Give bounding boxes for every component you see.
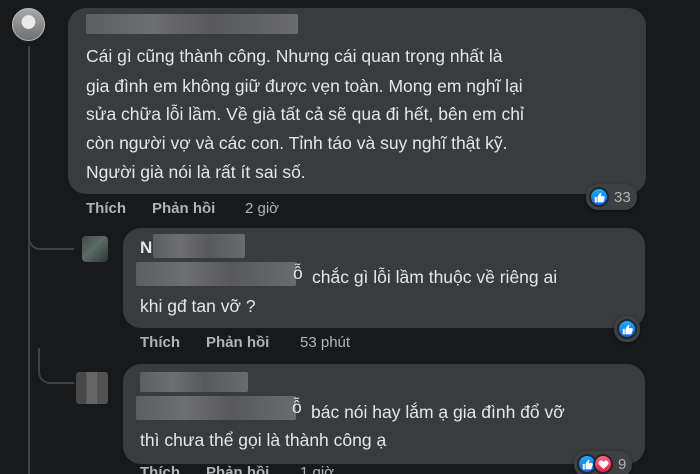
comment-text-line: còn người vợ và các con. Tỉnh táo và suy… (86, 133, 508, 153)
reaction-summary[interactable]: 9 (574, 451, 633, 474)
reply-button[interactable]: Phản hồi (152, 200, 215, 217)
like-reaction-icon (589, 187, 609, 207)
thread-branch (38, 348, 74, 384)
redacted-mention (136, 262, 296, 286)
thread-branch (28, 220, 74, 250)
redacted-author-name (140, 372, 248, 392)
redacted-author-name (86, 14, 298, 34)
comment-text-line: thì chưa thể gọi là thành công ạ (140, 430, 387, 450)
redacted-mention (136, 396, 296, 420)
comment-text-line: Cái gì cũng thành công. Nhưng cái quan t… (86, 46, 503, 66)
comment-timestamp[interactable]: 2 giờ (245, 200, 279, 217)
comment-timestamp[interactable]: 53 phút (300, 334, 350, 351)
redacted-author-name (153, 234, 245, 258)
avatar[interactable] (82, 236, 108, 262)
comment-text-fragment: ỗ (292, 397, 302, 417)
comment-author[interactable]: N (140, 238, 152, 258)
avatar[interactable] (76, 372, 108, 404)
comment-text-fragment: ỗ (293, 263, 303, 283)
comment-text-line: chắc gì lỗi lầm thuộc về riêng ai (312, 267, 558, 287)
reply-button[interactable]: Phản hồi (206, 334, 269, 351)
like-button[interactable]: Thích (140, 334, 180, 351)
like-button[interactable]: Thích (86, 200, 126, 217)
reaction-count: 33 (614, 188, 631, 206)
comment-text-line: sửa chữa lỗi lầm. Về già tất cả sẽ qua đ… (86, 104, 524, 124)
comment-text-line: bác nói hay lắm ạ gia đình đổ vỡ (311, 402, 565, 422)
avatar[interactable] (12, 8, 45, 41)
like-button[interactable]: Thích (140, 464, 180, 474)
reaction-count: 9 (618, 455, 627, 473)
comment-timestamp[interactable]: 1 giờ (300, 464, 334, 474)
love-reaction-icon (593, 454, 613, 474)
reaction-summary[interactable]: 33 (586, 184, 637, 210)
reaction-summary[interactable] (614, 316, 640, 342)
comment-text-line: gia đình em không giữ được vẹn toàn. Mon… (86, 76, 523, 96)
reply-button[interactable]: Phản hồi (206, 464, 269, 474)
like-reaction-icon (617, 319, 637, 339)
comment-text-line: Người già nói là rất ít sai số. (86, 162, 306, 182)
comment-text-line: khi gđ tan vỡ ? (140, 296, 256, 316)
thread-line (28, 46, 30, 474)
